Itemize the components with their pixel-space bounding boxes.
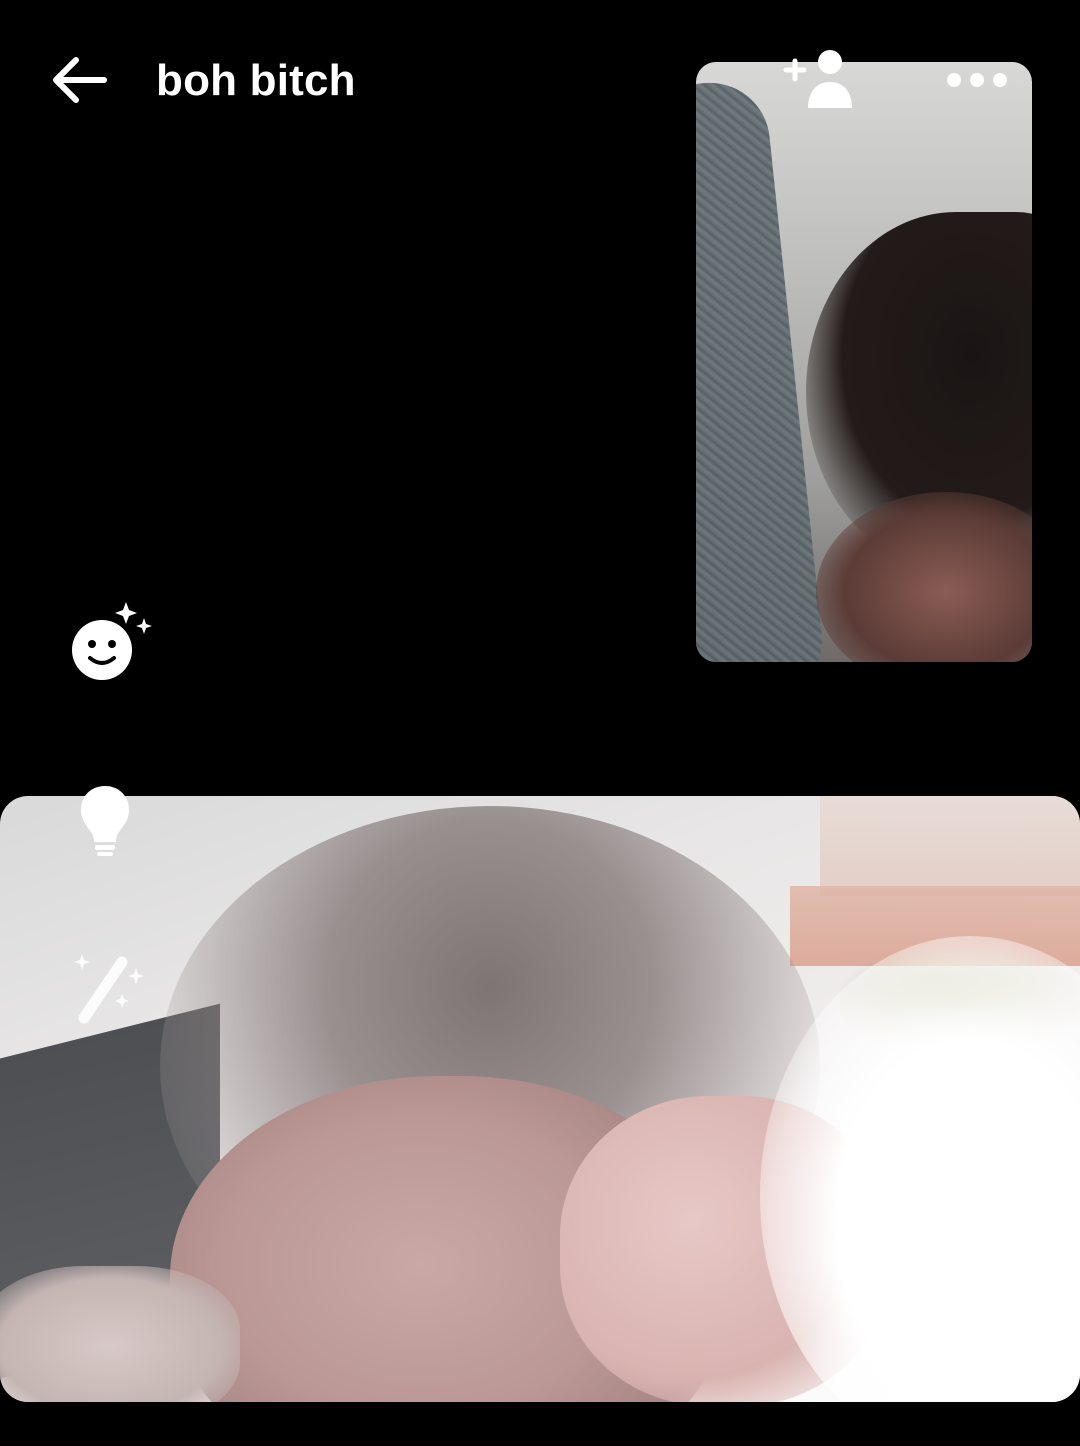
lightbulb-icon	[81, 786, 129, 856]
add-person-icon	[783, 50, 852, 108]
face-effects-button[interactable]	[66, 598, 158, 688]
back-button[interactable]	[44, 50, 112, 110]
self-video-background-shelf-top	[820, 796, 1080, 896]
arrow-left-icon	[53, 57, 107, 103]
more-options-button[interactable]	[940, 56, 1014, 104]
remote-participant-video[interactable]	[696, 62, 1032, 662]
self-camera-video[interactable]	[0, 796, 1080, 1402]
more-horizontal-icon	[947, 73, 1007, 87]
magic-wand-icon	[74, 954, 144, 1024]
lightbulb-button[interactable]	[70, 780, 140, 860]
add-person-button[interactable]	[780, 44, 860, 112]
self-video-blanket	[0, 1266, 240, 1402]
face-effects-icon	[72, 602, 152, 680]
call-title: boh bitch	[156, 56, 356, 105]
magic-wand-button[interactable]	[70, 950, 150, 1024]
